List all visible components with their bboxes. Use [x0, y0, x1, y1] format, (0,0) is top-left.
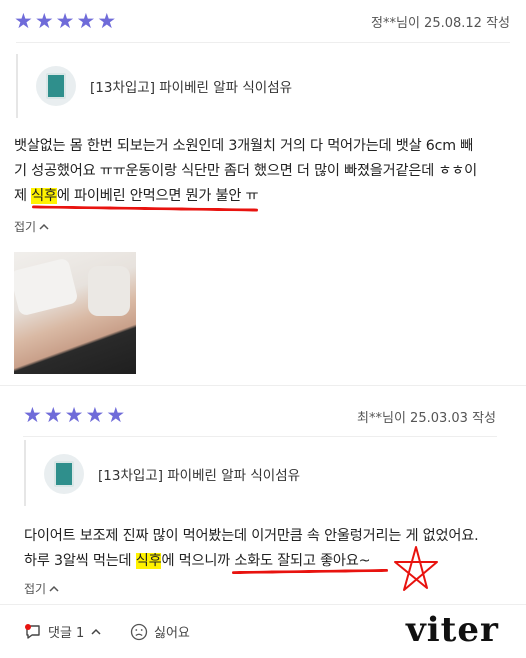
- review2-line-2-prefix: 하루 3알씩 먹는데: [24, 553, 136, 569]
- product-name: [13차입고] 파이베린 알파 식이섬유: [90, 80, 293, 96]
- product-thumbnail: [44, 454, 84, 494]
- review2-author-date: 최**님이 25.03.03 작성: [357, 411, 496, 426]
- comment-icon: [25, 623, 40, 639]
- fold-label: 접기: [24, 582, 47, 596]
- chevron-up-icon: [39, 223, 49, 230]
- review2-rating: ★ ★ ★ ★ ★: [23, 404, 125, 426]
- star-icon: ★: [55, 9, 75, 33]
- dislike-button[interactable]: 싫어요: [130, 622, 190, 641]
- chevron-up-icon: [49, 585, 59, 592]
- star-icon: ★: [76, 9, 96, 33]
- review2-line-2-rest: 에 먹으니까 소화도 잘되고 좋아요~: [161, 553, 371, 569]
- star-icon: ★: [97, 9, 117, 33]
- highlight-text: 식후: [135, 553, 162, 569]
- star-icon: ★: [34, 9, 54, 33]
- frown-icon: [130, 623, 148, 640]
- divider: [0, 604, 526, 605]
- product-name: [13차입고] 파이베린 알파 식이섬유: [98, 468, 301, 484]
- review1-line-3-rest: 에 파이베린 안먹으면 뭔가 불안 ㅠ: [56, 188, 259, 204]
- star-icon: ★: [106, 403, 126, 427]
- fold-label: 접기: [14, 220, 37, 234]
- pentagram-doodle: [394, 546, 438, 591]
- highlight-text: 식후: [31, 188, 57, 204]
- star-icon: ★: [23, 403, 42, 427]
- review1-rating: ★ ★ ★ ★ ★: [14, 10, 116, 32]
- brand-logo: viter: [406, 610, 499, 650]
- divider: [23, 436, 497, 437]
- review1-line-1: 뱃살없는 몸 한번 되보는거 소원인데 3개월치 거의 다 먹어가는데 뱃살 6…: [14, 138, 474, 154]
- review1-text: 뱃살없는 몸 한번 되보는거 소원인데 3개월치 거의 다 먹어가는데 뱃살 6…: [14, 134, 514, 209]
- review1-fold-button[interactable]: 접기: [14, 218, 50, 235]
- star-icon: ★: [43, 403, 63, 427]
- divider: [16, 42, 510, 43]
- review2-product-box[interactable]: [13차입고] 파이베린 알파 식이섬유: [24, 440, 500, 506]
- review1-photo[interactable]: [14, 252, 136, 374]
- star-icon: ★: [14, 9, 33, 33]
- review1-line-2: 기 성공했어요 ㅠㅠ운동이랑 식단만 좀더 했으면 더 많이 빠졌을거같은데 ㅎ…: [14, 163, 477, 179]
- product-thumbnail: [36, 66, 76, 106]
- star-icon: ★: [64, 403, 84, 427]
- review2-fold-button[interactable]: 접기: [24, 580, 60, 597]
- divider: [0, 385, 526, 386]
- comment-button[interactable]: 댓글 1: [24, 622, 102, 641]
- comment-count: 댓글 1: [48, 626, 85, 641]
- chevron-up-icon: [91, 628, 101, 635]
- dislike-label: 싫어요: [154, 626, 190, 641]
- review1-line-3-prefix: 제: [14, 188, 32, 204]
- review1-product-box[interactable]: [13차입고] 파이베린 알파 식이섬유: [16, 54, 512, 118]
- star-icon: ★: [85, 403, 105, 427]
- review1-author-date: 정**님이 25.08.12 작성: [371, 16, 510, 31]
